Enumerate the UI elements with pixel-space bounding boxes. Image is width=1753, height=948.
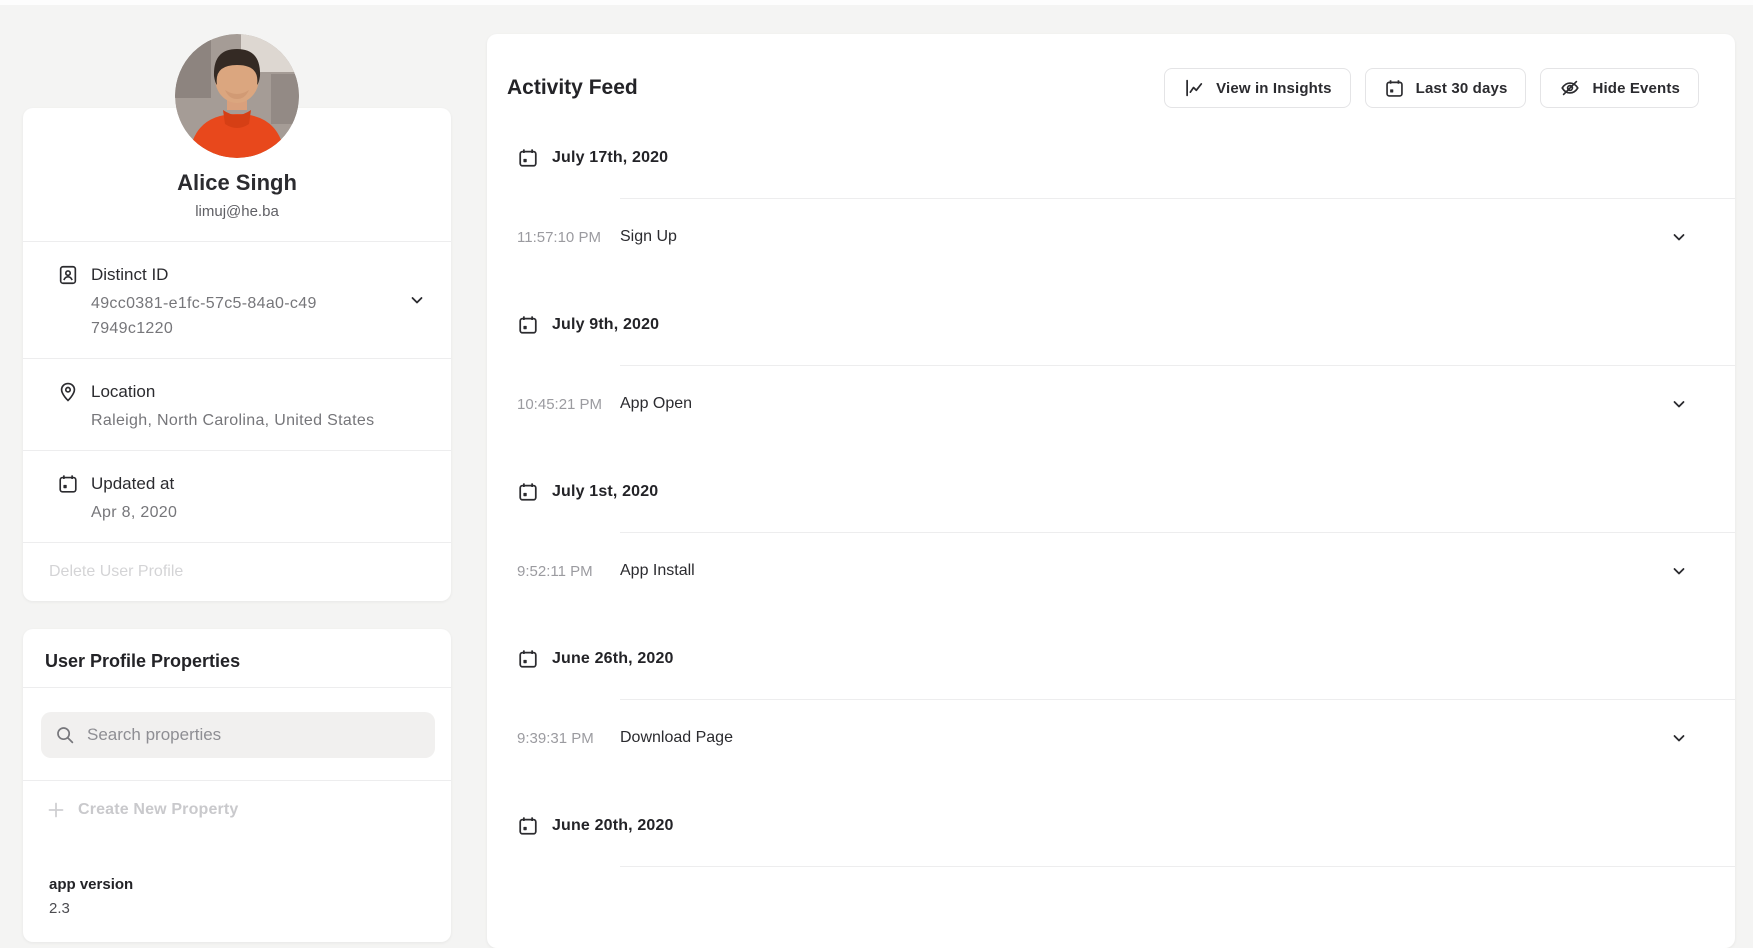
chevron-down-icon[interactable] <box>1671 563 1687 579</box>
calendar-icon <box>57 473 79 495</box>
calendar-icon <box>517 815 552 837</box>
insights-chart-icon <box>1183 77 1216 99</box>
field-updated-at: Updated at Apr 8, 2020 <box>23 450 451 542</box>
calendar-icon <box>517 147 552 169</box>
event-group: July 1st, 2020 9:52:11 PM App Install <box>487 478 1735 609</box>
location-pin-icon <box>57 381 79 403</box>
event-name: App Open <box>620 395 692 413</box>
property-name: app version <box>49 875 425 895</box>
chevron-down-icon[interactable] <box>409 292 425 308</box>
search-icon <box>55 725 87 745</box>
profile-name: Alice Singh <box>23 170 451 196</box>
profile-email: limuj@he.ba <box>23 202 451 222</box>
chevron-down-icon[interactable] <box>1671 730 1687 746</box>
profile-sidebar: Alice Singh limuj@he.ba Distinct ID 49cc… <box>23 0 451 942</box>
date-header: June 20th, 2020 <box>517 812 1705 840</box>
date-header: June 26th, 2020 <box>517 645 1705 673</box>
event-name: Download Page <box>620 729 733 747</box>
divider <box>620 866 1735 867</box>
profile-card: Alice Singh limuj@he.ba Distinct ID 49cc… <box>23 108 451 601</box>
chevron-down-icon[interactable] <box>1671 229 1687 245</box>
search-box[interactable] <box>41 712 435 758</box>
event-row[interactable]: 9:39:31 PM Download Page <box>487 700 1735 776</box>
date-label: July 9th, 2020 <box>552 316 659 334</box>
event-group: July 9th, 2020 10:45:21 PM App Open <box>487 311 1735 442</box>
date-header: July 17th, 2020 <box>517 144 1705 172</box>
id-badge-icon <box>57 264 79 286</box>
properties-title: User Profile Properties <box>23 629 451 688</box>
button-label: Hide Events <box>1592 80 1680 97</box>
calendar-icon <box>517 481 552 503</box>
date-header: July 9th, 2020 <box>517 311 1705 339</box>
event-group: July 17th, 2020 11:57:10 PM Sign Up <box>487 144 1735 275</box>
top-strip <box>0 0 1753 5</box>
field-location: Location Raleigh, North Carolina, United… <box>23 358 451 450</box>
event-name: App Install <box>620 562 695 580</box>
button-label: View in Insights <box>1216 80 1331 97</box>
page-title: Activity Feed <box>507 68 638 108</box>
create-new-property-label: Create New Property <box>78 801 238 819</box>
search-section <box>23 688 451 781</box>
distinct-id-value: 49cc0381-e1fc-57c5-84a0-c497949c1220 <box>91 291 319 341</box>
event-row[interactable]: 9:52:11 PM App Install <box>487 533 1735 609</box>
button-label: Last 30 days <box>1416 80 1508 97</box>
plus-icon <box>47 801 78 819</box>
search-properties-input[interactable] <box>87 725 421 745</box>
event-time: 10:45:21 PM <box>517 396 620 413</box>
delete-user-profile-button[interactable]: Delete User Profile <box>23 542 451 601</box>
calendar-icon <box>517 648 552 670</box>
date-label: June 26th, 2020 <box>552 650 674 668</box>
property-row-app-version[interactable]: app version 2.3 <box>23 839 451 942</box>
date-range-button[interactable]: Last 30 days <box>1365 68 1527 108</box>
field-label: Updated at <box>91 472 177 496</box>
activity-feed-panel: Activity Feed View in Insights <box>487 34 1735 948</box>
feed-header: Activity Feed View in Insights <box>487 34 1735 108</box>
date-label: July 1st, 2020 <box>552 483 658 501</box>
location-value: Raleigh, North Carolina, United States <box>91 408 374 433</box>
event-row[interactable]: 10:45:21 PM App Open <box>487 366 1735 442</box>
field-label: Distinct ID <box>91 263 319 287</box>
event-time: 9:39:31 PM <box>517 730 620 747</box>
event-time: 11:57:10 PM <box>517 229 620 246</box>
user-profile-properties-card: User Profile Properties <box>23 629 451 942</box>
property-value: 2.3 <box>49 899 425 919</box>
hide-events-button[interactable]: Hide Events <box>1540 68 1699 108</box>
event-group: June 20th, 2020 <box>487 812 1735 867</box>
calendar-icon <box>1384 78 1416 99</box>
date-header: July 1st, 2020 <box>517 478 1705 506</box>
event-time: 9:52:11 PM <box>517 563 620 580</box>
event-group: June 26th, 2020 9:39:31 PM Download Page <box>487 645 1735 776</box>
view-in-insights-button[interactable]: View in Insights <box>1164 68 1350 108</box>
event-row[interactable]: 11:57:10 PM Sign Up <box>487 199 1735 275</box>
avatar <box>175 34 299 158</box>
field-label: Location <box>91 380 374 404</box>
page: Alice Singh limuj@he.ba Distinct ID 49cc… <box>0 0 1753 948</box>
event-name: Sign Up <box>620 228 677 246</box>
eye-off-icon <box>1559 77 1592 99</box>
updated-at-value: Apr 8, 2020 <box>91 500 177 525</box>
date-label: June 20th, 2020 <box>552 817 674 835</box>
chevron-down-icon[interactable] <box>1671 396 1687 412</box>
date-label: July 17th, 2020 <box>552 149 668 167</box>
field-distinct-id: Distinct ID 49cc0381-e1fc-57c5-84a0-c497… <box>23 241 451 358</box>
create-new-property-button[interactable]: Create New Property <box>23 781 451 839</box>
calendar-icon <box>517 314 552 336</box>
feed-actions: View in Insights Last 30 days <box>1164 68 1699 108</box>
